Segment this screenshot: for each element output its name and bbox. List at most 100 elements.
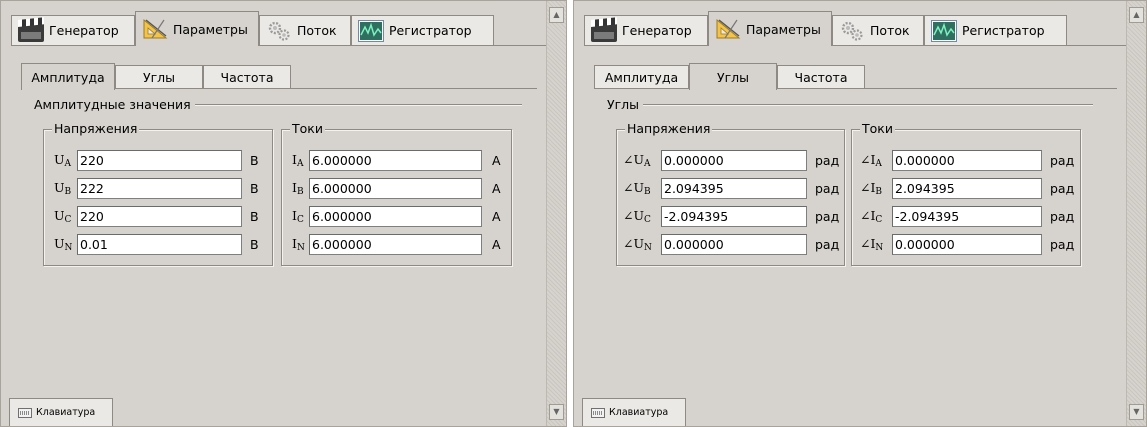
voltage-label-a: UA	[54, 151, 72, 169]
voltage-angle-input-n[interactable]	[661, 233, 807, 255]
voltage-input-c[interactable]	[77, 205, 242, 227]
tab-flow[interactable]: Поток	[832, 15, 924, 45]
voltage-input-n[interactable]	[77, 233, 242, 255]
tab-recorder-label: Регистратор	[962, 23, 1045, 38]
tab-amplitude[interactable]: Амплитуда	[594, 65, 689, 89]
current-input-a[interactable]	[309, 149, 482, 171]
tab-amplitude-label: Амплитуда	[604, 70, 679, 85]
voltage-row-b: UB В	[44, 177, 272, 199]
current-row-a: IA А	[282, 149, 511, 171]
voltage-angle-row-c: ∠UC рад	[617, 205, 844, 227]
voltage-unit-a: В	[250, 152, 259, 168]
current-angle-unit-a: рад	[1050, 152, 1075, 168]
voltage-angle-label-n: ∠UN	[623, 235, 652, 253]
current-angle-label-b: ∠IB	[860, 179, 883, 197]
current-label-a: IA	[292, 151, 304, 169]
current-unit-n: А	[492, 236, 501, 252]
voltage-angle-row-a: ∠UA рад	[617, 149, 844, 171]
tab-generator[interactable]: Генератор	[11, 15, 135, 45]
keyboard-tab[interactable]: Клавиатура	[9, 398, 113, 426]
voltage-angle-row-b: ∠UB рад	[617, 177, 844, 199]
current-input-n[interactable]	[309, 233, 482, 255]
current-angle-row-n: ∠IN рад	[852, 233, 1080, 255]
current-angle-input-c[interactable]	[892, 205, 1042, 227]
current-label-n: IN	[292, 235, 305, 253]
tab-parameters-label: Параметры	[173, 21, 248, 37]
keyboard-tab[interactable]: Клавиатура	[582, 398, 686, 426]
tab-frequency-label: Частота	[220, 70, 274, 85]
voltage-angle-unit-n: рад	[815, 236, 840, 252]
voltage-angle-row-n: ∠UN рад	[617, 233, 844, 255]
current-angle-row-a: ∠IA рад	[852, 149, 1080, 171]
current-angle-input-b[interactable]	[892, 177, 1042, 199]
voltage-unit-c: В	[250, 208, 259, 224]
keyboard-tab-label: Клавиатура	[609, 407, 669, 418]
main-tab-frame	[584, 45, 1127, 46]
clapperboard-icon	[18, 19, 44, 42]
tab-flow-label: Поток	[297, 23, 337, 38]
tab-frequency[interactable]: Частота	[203, 65, 291, 89]
tab-flow-label: Поток	[870, 23, 910, 38]
tab-generator-label: Генератор	[622, 23, 692, 38]
vertical-scrollbar[interactable]: ▲ ▼	[546, 1, 566, 426]
clapperboard-icon	[591, 19, 617, 42]
gears-icon	[839, 20, 865, 42]
tab-angles-label: Углы	[142, 70, 176, 85]
tab-flow[interactable]: Поток	[259, 15, 351, 45]
scroll-down-button[interactable]: ▼	[549, 404, 564, 420]
current-group-title: Токи	[290, 121, 325, 136]
scroll-up-button[interactable]: ▲	[1129, 7, 1144, 23]
voltage-groupbox: Напряжения UA В UB В UC В UN В	[43, 121, 273, 266]
voltage-input-b[interactable]	[77, 177, 242, 199]
voltage-input-a[interactable]	[77, 149, 242, 171]
oscilloscope-icon	[931, 19, 957, 42]
current-label-c: IC	[292, 207, 304, 225]
tab-parameters[interactable]: Параметры	[708, 11, 832, 46]
tab-generator[interactable]: Генератор	[584, 15, 708, 45]
current-row-c: IC А	[282, 205, 511, 227]
voltage-angle-unit-c: рад	[815, 208, 840, 224]
voltage-angle-groupbox: Напряжения ∠UA рад ∠UB рад ∠UC рад ∠UN р…	[616, 121, 845, 266]
tab-recorder[interactable]: Регистратор	[351, 15, 494, 45]
current-angle-input-a[interactable]	[892, 149, 1042, 171]
main-tab-frame	[11, 45, 547, 46]
tab-angles[interactable]: Углы	[689, 63, 777, 90]
scroll-down-button[interactable]: ▼	[1129, 404, 1144, 420]
voltage-row-a: UA В	[44, 149, 272, 171]
tab-recorder[interactable]: Регистратор	[924, 15, 1067, 45]
scroll-up-button[interactable]: ▲	[549, 7, 564, 23]
section-title: Углы	[607, 97, 644, 112]
current-angle-unit-n: рад	[1050, 236, 1075, 252]
tab-parameters-label: Параметры	[746, 21, 821, 37]
tab-angles[interactable]: Углы	[115, 65, 203, 89]
current-unit-c: А	[492, 208, 501, 224]
current-unit-b: А	[492, 180, 501, 196]
current-angle-row-c: ∠IC рад	[852, 205, 1080, 227]
tab-frequency-label: Частота	[794, 70, 848, 85]
current-angle-label-n: ∠IN	[860, 235, 884, 253]
voltage-row-n: UN В	[44, 233, 272, 255]
voltage-angle-input-b[interactable]	[661, 177, 807, 199]
voltage-angle-unit-a: рад	[815, 152, 840, 168]
voltage-angle-input-c[interactable]	[661, 205, 807, 227]
left-parameters-panel: Генератор Параметры Поток Регистратор Ам…	[0, 0, 567, 427]
current-angle-input-n[interactable]	[892, 233, 1042, 255]
voltage-angle-label-c: ∠UC	[623, 207, 651, 225]
tab-amplitude-label: Амплитуда	[31, 69, 105, 85]
section-divider	[607, 104, 1093, 105]
tab-amplitude[interactable]: Амплитуда	[21, 63, 115, 90]
tab-parameters[interactable]: Параметры	[135, 11, 259, 46]
voltage-angle-label-b: ∠UB	[623, 179, 651, 197]
current-input-c[interactable]	[309, 205, 482, 227]
voltage-angle-label-a: ∠UA	[623, 151, 651, 169]
keyboard-icon	[591, 407, 605, 418]
current-angle-label-c: ∠IC	[860, 207, 883, 225]
current-angle-group-title: Токи	[860, 121, 895, 136]
tab-frequency[interactable]: Частота	[777, 65, 865, 89]
current-angle-label-a: ∠IA	[860, 151, 882, 169]
current-input-b[interactable]	[309, 177, 482, 199]
current-label-b: IB	[292, 179, 304, 197]
current-groupbox: Токи IA А IB А IC А IN А	[281, 121, 512, 266]
voltage-angle-input-a[interactable]	[661, 149, 807, 171]
vertical-scrollbar[interactable]: ▲ ▼	[1126, 1, 1146, 426]
